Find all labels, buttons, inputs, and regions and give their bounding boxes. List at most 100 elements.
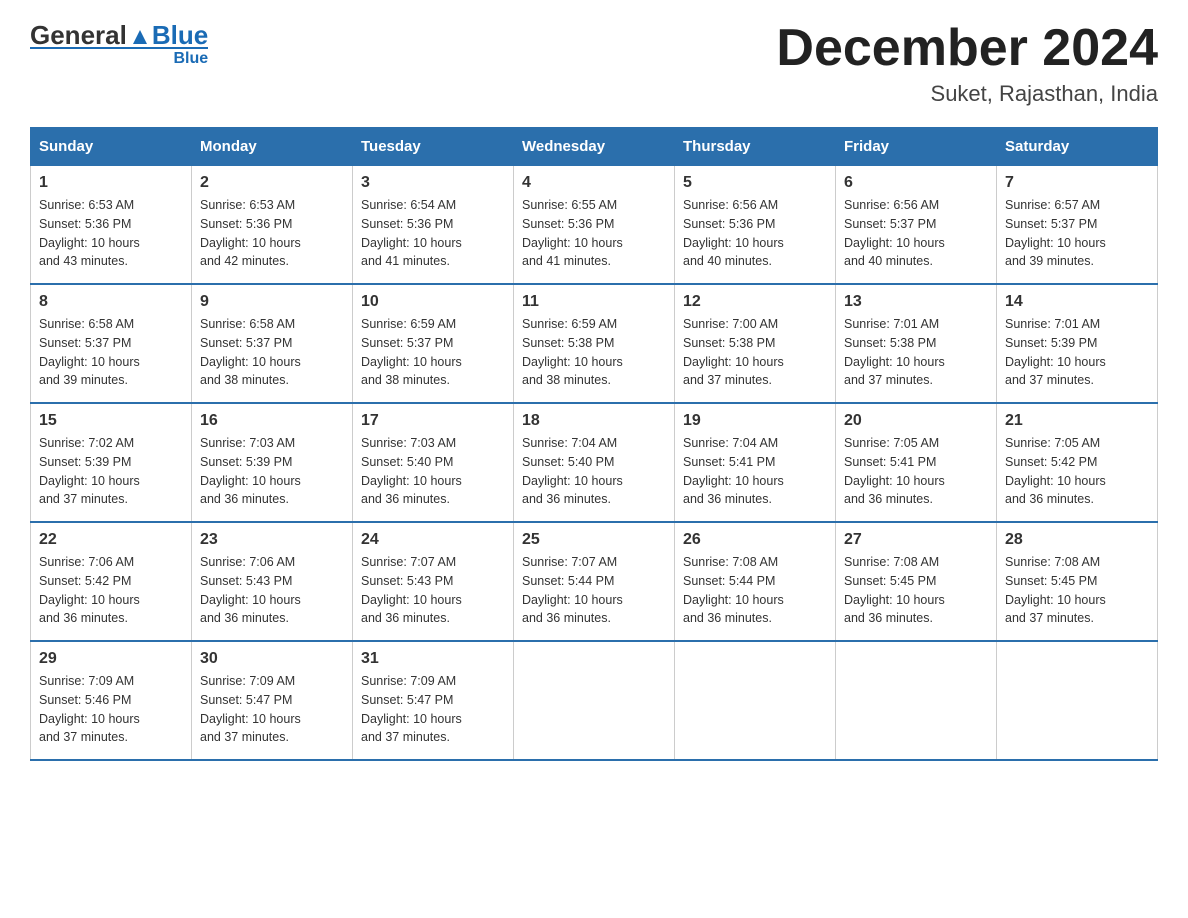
day-number: 8 bbox=[39, 293, 183, 311]
calendar-cell: 25 Sunrise: 7:07 AMSunset: 5:44 PMDayligh… bbox=[514, 522, 675, 641]
calendar-cell: 5 Sunrise: 6:56 AMSunset: 5:36 PMDaylight… bbox=[675, 166, 836, 285]
header-sunday: Sunday bbox=[31, 128, 192, 166]
calendar-table: SundayMondayTuesdayWednesdayThursdayFrid… bbox=[30, 127, 1158, 761]
day-number: 7 bbox=[1005, 174, 1149, 192]
day-info: Sunrise: 7:03 AMSunset: 5:40 PMDaylight:… bbox=[361, 434, 505, 509]
calendar-cell: 1 Sunrise: 6:53 AMSunset: 5:36 PMDaylight… bbox=[31, 166, 192, 285]
day-number: 28 bbox=[1005, 531, 1149, 549]
calendar-cell: 31 Sunrise: 7:09 AMSunset: 5:47 PMDayligh… bbox=[353, 641, 514, 760]
calendar-week-row: 8 Sunrise: 6:58 AMSunset: 5:37 PMDaylight… bbox=[31, 284, 1158, 403]
day-number: 5 bbox=[683, 174, 827, 192]
calendar-cell: 21 Sunrise: 7:05 AMSunset: 5:42 PMDayligh… bbox=[997, 403, 1158, 522]
day-info: Sunrise: 7:09 AMSunset: 5:47 PMDaylight:… bbox=[200, 672, 344, 747]
day-number: 12 bbox=[683, 293, 827, 311]
day-info: Sunrise: 6:53 AMSunset: 5:36 PMDaylight:… bbox=[200, 196, 344, 271]
day-info: Sunrise: 6:59 AMSunset: 5:38 PMDaylight:… bbox=[522, 315, 666, 390]
day-number: 6 bbox=[844, 174, 988, 192]
day-number: 22 bbox=[39, 531, 183, 549]
logo: General Blue Blue bbox=[30, 20, 208, 68]
day-number: 2 bbox=[200, 174, 344, 192]
day-number: 24 bbox=[361, 531, 505, 549]
day-number: 26 bbox=[683, 531, 827, 549]
calendar-header-row: SundayMondayTuesdayWednesdayThursdayFrid… bbox=[31, 128, 1158, 166]
header-thursday: Thursday bbox=[675, 128, 836, 166]
calendar-cell: 3 Sunrise: 6:54 AMSunset: 5:36 PMDaylight… bbox=[353, 166, 514, 285]
day-number: 27 bbox=[844, 531, 988, 549]
day-info: Sunrise: 6:53 AMSunset: 5:36 PMDaylight:… bbox=[39, 196, 183, 271]
day-info: Sunrise: 7:05 AMSunset: 5:41 PMDaylight:… bbox=[844, 434, 988, 509]
day-number: 18 bbox=[522, 412, 666, 430]
day-info: Sunrise: 7:06 AMSunset: 5:42 PMDaylight:… bbox=[39, 553, 183, 628]
day-number: 1 bbox=[39, 174, 183, 192]
day-info: Sunrise: 7:03 AMSunset: 5:39 PMDaylight:… bbox=[200, 434, 344, 509]
calendar-cell: 4 Sunrise: 6:55 AMSunset: 5:36 PMDaylight… bbox=[514, 166, 675, 285]
day-info: Sunrise: 6:56 AMSunset: 5:36 PMDaylight:… bbox=[683, 196, 827, 271]
day-info: Sunrise: 7:00 AMSunset: 5:38 PMDaylight:… bbox=[683, 315, 827, 390]
calendar-cell: 18Sunrise: 7:04 AMSunset: 5:40 PMDayligh… bbox=[514, 403, 675, 522]
day-info: Sunrise: 7:07 AMSunset: 5:44 PMDaylight:… bbox=[522, 553, 666, 628]
calendar-cell: 7 Sunrise: 6:57 AMSunset: 5:37 PMDaylight… bbox=[997, 166, 1158, 285]
header-friday: Friday bbox=[836, 128, 997, 166]
calendar-cell: 22 Sunrise: 7:06 AMSunset: 5:42 PMDayligh… bbox=[31, 522, 192, 641]
day-info: Sunrise: 7:07 AMSunset: 5:43 PMDaylight:… bbox=[361, 553, 505, 628]
calendar-cell: 29Sunrise: 7:09 AMSunset: 5:46 PMDayligh… bbox=[31, 641, 192, 760]
calendar-cell: 15Sunrise: 7:02 AMSunset: 5:39 PMDayligh… bbox=[31, 403, 192, 522]
calendar-cell: 20 Sunrise: 7:05 AMSunset: 5:41 PMDayligh… bbox=[836, 403, 997, 522]
calendar-week-row: 1 Sunrise: 6:53 AMSunset: 5:36 PMDaylight… bbox=[31, 166, 1158, 285]
calendar-cell: 11Sunrise: 6:59 AMSunset: 5:38 PMDayligh… bbox=[514, 284, 675, 403]
day-number: 30 bbox=[200, 650, 344, 668]
calendar-cell: 24 Sunrise: 7:07 AMSunset: 5:43 PMDayligh… bbox=[353, 522, 514, 641]
day-info: Sunrise: 6:58 AMSunset: 5:37 PMDaylight:… bbox=[39, 315, 183, 390]
calendar-week-row: 29Sunrise: 7:09 AMSunset: 5:46 PMDayligh… bbox=[31, 641, 1158, 760]
day-info: Sunrise: 7:08 AMSunset: 5:44 PMDaylight:… bbox=[683, 553, 827, 628]
calendar-cell: 8 Sunrise: 6:58 AMSunset: 5:37 PMDaylight… bbox=[31, 284, 192, 403]
calendar-cell: 9 Sunrise: 6:58 AMSunset: 5:37 PMDaylight… bbox=[192, 284, 353, 403]
day-number: 17 bbox=[361, 412, 505, 430]
calendar-cell: 30 Sunrise: 7:09 AMSunset: 5:47 PMDayligh… bbox=[192, 641, 353, 760]
day-info: Sunrise: 7:08 AMSunset: 5:45 PMDaylight:… bbox=[1005, 553, 1149, 628]
day-number: 14 bbox=[1005, 293, 1149, 311]
header-tuesday: Tuesday bbox=[353, 128, 514, 166]
day-info: Sunrise: 6:57 AMSunset: 5:37 PMDaylight:… bbox=[1005, 196, 1149, 271]
day-info: Sunrise: 7:01 AMSunset: 5:39 PMDaylight:… bbox=[1005, 315, 1149, 390]
day-number: 13 bbox=[844, 293, 988, 311]
header-wednesday: Wednesday bbox=[514, 128, 675, 166]
day-number: 23 bbox=[200, 531, 344, 549]
title-section: December 2024 Suket, Rajasthan, India bbox=[776, 20, 1158, 107]
day-info: Sunrise: 7:04 AMSunset: 5:41 PMDaylight:… bbox=[683, 434, 827, 509]
day-number: 29 bbox=[39, 650, 183, 668]
header-saturday: Saturday bbox=[997, 128, 1158, 166]
calendar-cell: 14 Sunrise: 7:01 AMSunset: 5:39 PMDayligh… bbox=[997, 284, 1158, 403]
day-info: Sunrise: 7:09 AMSunset: 5:47 PMDaylight:… bbox=[361, 672, 505, 747]
location-subtitle: Suket, Rajasthan, India bbox=[776, 81, 1158, 107]
calendar-cell: 13Sunrise: 7:01 AMSunset: 5:38 PMDayligh… bbox=[836, 284, 997, 403]
day-info: Sunrise: 7:06 AMSunset: 5:43 PMDaylight:… bbox=[200, 553, 344, 628]
day-number: 4 bbox=[522, 174, 666, 192]
day-number: 16 bbox=[200, 412, 344, 430]
logo-underline: Blue bbox=[30, 47, 208, 68]
calendar-cell bbox=[514, 641, 675, 760]
calendar-week-row: 22 Sunrise: 7:06 AMSunset: 5:42 PMDayligh… bbox=[31, 522, 1158, 641]
day-number: 31 bbox=[361, 650, 505, 668]
calendar-cell: 17 Sunrise: 7:03 AMSunset: 5:40 PMDayligh… bbox=[353, 403, 514, 522]
month-title: December 2024 bbox=[776, 20, 1158, 77]
day-number: 20 bbox=[844, 412, 988, 430]
day-info: Sunrise: 6:54 AMSunset: 5:36 PMDaylight:… bbox=[361, 196, 505, 271]
day-info: Sunrise: 6:59 AMSunset: 5:37 PMDaylight:… bbox=[361, 315, 505, 390]
day-number: 21 bbox=[1005, 412, 1149, 430]
day-info: Sunrise: 7:05 AMSunset: 5:42 PMDaylight:… bbox=[1005, 434, 1149, 509]
calendar-cell: 23 Sunrise: 7:06 AMSunset: 5:43 PMDayligh… bbox=[192, 522, 353, 641]
day-info: Sunrise: 6:58 AMSunset: 5:37 PMDaylight:… bbox=[200, 315, 344, 390]
day-info: Sunrise: 6:56 AMSunset: 5:37 PMDaylight:… bbox=[844, 196, 988, 271]
calendar-cell: 28 Sunrise: 7:08 AMSunset: 5:45 PMDayligh… bbox=[997, 522, 1158, 641]
calendar-cell: 12 Sunrise: 7:00 AMSunset: 5:38 PMDayligh… bbox=[675, 284, 836, 403]
day-number: 9 bbox=[200, 293, 344, 311]
day-number: 10 bbox=[361, 293, 505, 311]
day-number: 25 bbox=[522, 531, 666, 549]
day-number: 3 bbox=[361, 174, 505, 192]
calendar-cell bbox=[675, 641, 836, 760]
calendar-cell: 6 Sunrise: 6:56 AMSunset: 5:37 PMDaylight… bbox=[836, 166, 997, 285]
calendar-cell: 27Sunrise: 7:08 AMSunset: 5:45 PMDayligh… bbox=[836, 522, 997, 641]
calendar-week-row: 15Sunrise: 7:02 AMSunset: 5:39 PMDayligh… bbox=[31, 403, 1158, 522]
day-info: Sunrise: 6:55 AMSunset: 5:36 PMDaylight:… bbox=[522, 196, 666, 271]
